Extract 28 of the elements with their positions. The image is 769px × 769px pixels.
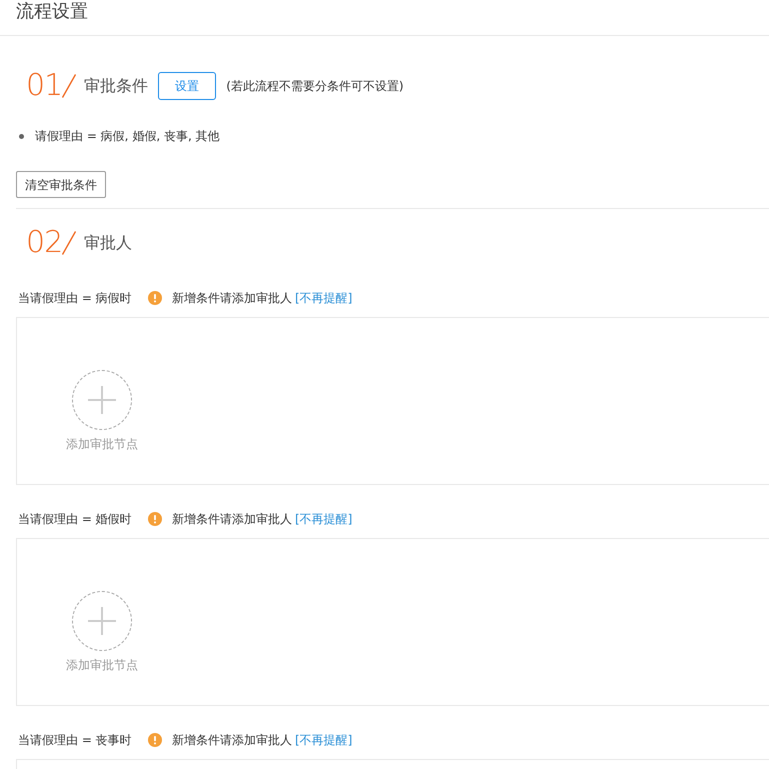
warning-icon <box>148 733 162 747</box>
add-node-label: 添加审批节点 <box>66 436 138 453</box>
section-title: 审批条件 <box>84 75 148 97</box>
bullet-icon <box>19 134 24 138</box>
slash-icon <box>62 231 76 255</box>
notice-text: 新增条件请添加审批人 <box>172 511 292 528</box>
plus-icon <box>88 386 116 414</box>
notice-text: 新增条件请添加审批人 <box>172 290 292 307</box>
branch-condition: 当请假理由 = 病假时 <box>17 290 133 307</box>
setup-button[interactable]: 设置 <box>158 72 216 100</box>
step-number: 01 <box>26 71 62 101</box>
dismiss-link[interactable]: [不再提醒] <box>295 510 352 528</box>
step-number: 02 <box>26 228 62 258</box>
notice-text: 新增条件请添加审批人 <box>172 732 292 749</box>
warning-icon <box>148 512 162 526</box>
dismiss-link[interactable]: [不再提醒] <box>295 289 352 307</box>
slash-icon <box>62 74 76 98</box>
warning-icon <box>148 291 162 305</box>
dismiss-link[interactable]: [不再提醒] <box>295 731 352 749</box>
page-title: 流程设置 <box>16 0 88 24</box>
condition-text: 请假理由 = 病假, 婚假, 丧事, 其他 <box>35 128 220 145</box>
hint-text: (若此流程不需要分条件可不设置) <box>226 78 404 95</box>
branch-condition: 当请假理由 = 婚假时 <box>17 511 133 528</box>
section-title: 审批人 <box>84 232 132 254</box>
plus-icon <box>88 607 116 635</box>
branch-condition: 当请假理由 = 丧事时 <box>17 732 133 749</box>
add-node-label: 添加审批节点 <box>66 657 138 674</box>
clear-conditions-button[interactable]: 清空审批条件 <box>16 171 106 198</box>
